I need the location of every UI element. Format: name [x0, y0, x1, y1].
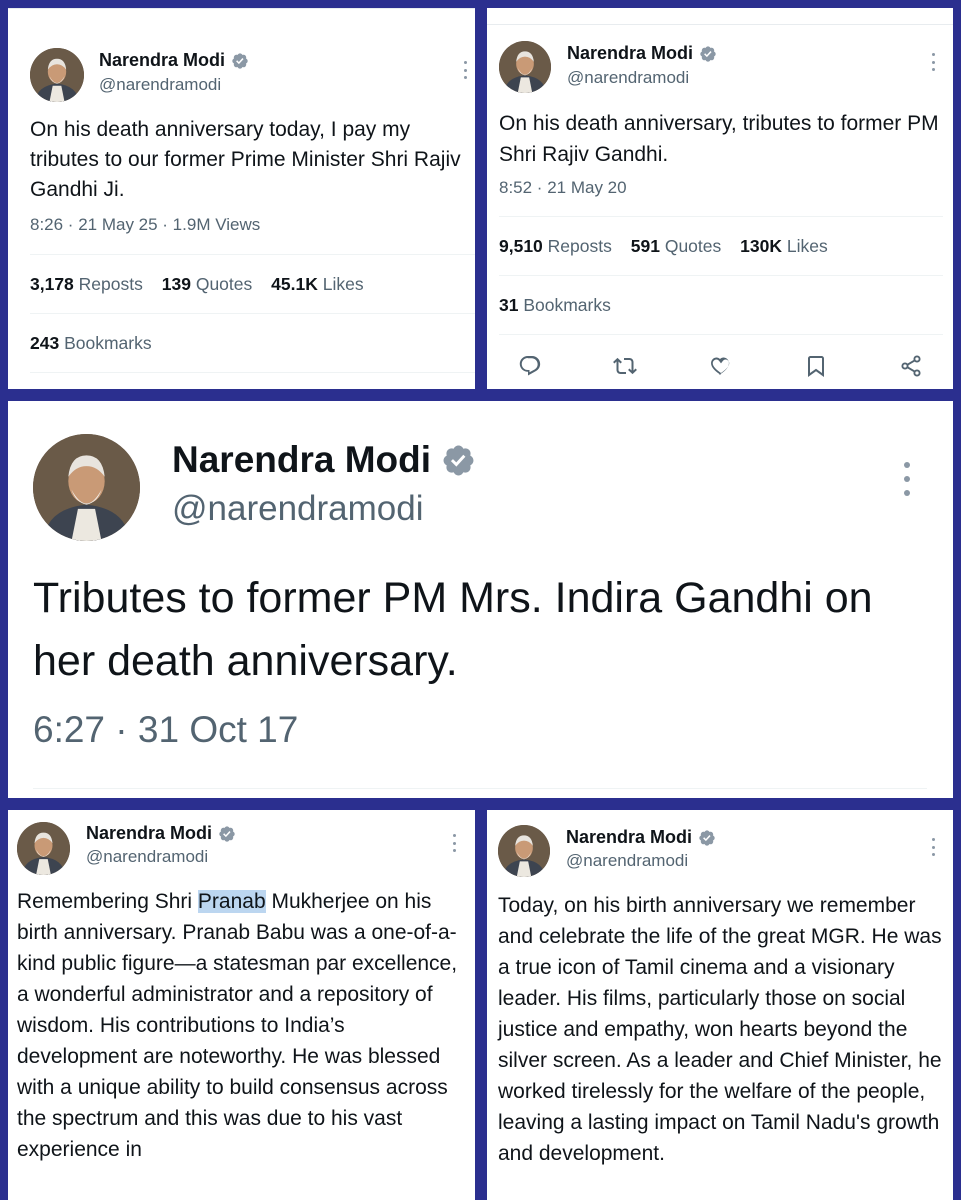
- tweet-text: Tributes to former PM Mrs. Indira Gandhi…: [33, 574, 873, 685]
- engagement-stats: 9,510 Reposts 591 Quotes 130K Likes: [499, 236, 828, 257]
- tweet-text: Remembering Shri Pranab Mukherjee on his…: [17, 886, 467, 1165]
- repost-icon[interactable]: [613, 354, 638, 378]
- likes-count: 130K: [740, 236, 782, 256]
- profile-photo-icon: [30, 48, 84, 102]
- verified-badge-icon: [231, 52, 249, 70]
- reply-icon[interactable]: [518, 354, 542, 378]
- reposts-stat[interactable]: 9,510 Reposts: [499, 236, 612, 256]
- reposts-label: Reposts: [547, 236, 612, 256]
- more-options-icon[interactable]: [930, 53, 936, 71]
- bookmarks-stat[interactable]: 243 Bookmarks: [30, 333, 152, 354]
- tweet-timestamp[interactable]: 8:52 · 21 May 20: [499, 178, 627, 198]
- author-handle[interactable]: @narendramodi: [99, 75, 221, 95]
- share-icon[interactable]: [899, 354, 923, 378]
- tweet-card-rajiv-2020: Narendra Modi @narendramodi On his death…: [487, 8, 953, 389]
- quotes-count: 591: [630, 236, 660, 256]
- bookmarks-label: Bookmarks: [523, 295, 611, 315]
- likes-label: Likes: [322, 274, 364, 294]
- tweet-text: On his death anniversary, tributes to fo…: [499, 112, 939, 166]
- profile-photo-icon: [33, 434, 140, 541]
- divider: [499, 216, 943, 217]
- verified-badge-icon: [441, 443, 476, 478]
- avatar[interactable]: [499, 41, 551, 93]
- avatar[interactable]: [33, 434, 140, 541]
- tweet-card-mgr: Narendra Modi @narendramodi Today, on hi…: [487, 810, 953, 1200]
- action-bar: [518, 354, 923, 378]
- author-name-text: Narendra Modi: [566, 827, 693, 847]
- profile-photo-icon: [498, 825, 550, 877]
- tweet-text: On his death anniversary today, I pay my…: [30, 118, 461, 201]
- author-name[interactable]: Narendra Modi: [86, 823, 236, 844]
- bookmarks-label: Bookmarks: [64, 333, 152, 353]
- divider: [33, 788, 927, 789]
- reposts-stat[interactable]: 3,178 Reposts: [30, 274, 143, 294]
- author-name[interactable]: Narendra Modi: [99, 50, 249, 71]
- highlighted-word: Pranab: [197, 890, 266, 913]
- divider: [30, 313, 475, 314]
- author-name-text: Narendra Modi: [567, 43, 694, 63]
- likes-count: 45.1K: [271, 274, 318, 294]
- author-name[interactable]: Narendra Modi: [567, 43, 717, 64]
- avatar[interactable]: [498, 825, 550, 877]
- tweet-text-part: Mukherjee on his birth anniversary. Pran…: [17, 890, 458, 1161]
- tweet-timestamp-views[interactable]: 8:26 · 21 May 25 · 1.9M Views: [30, 215, 260, 235]
- bookmarks-stat[interactable]: 31 Bookmarks: [499, 295, 611, 316]
- author-name[interactable]: Narendra Modi: [566, 827, 716, 848]
- divider: [30, 372, 475, 373]
- divider: [499, 334, 943, 335]
- avatar[interactable]: [30, 48, 84, 102]
- tweet-text: Today, on his birth anniversary we remem…: [498, 894, 942, 1165]
- verified-badge-icon: [699, 45, 717, 63]
- avatar[interactable]: [17, 822, 70, 875]
- reposts-count: 3,178: [30, 274, 74, 294]
- tweet-timestamp[interactable]: 6:27 · 31 Oct 17: [33, 709, 298, 751]
- profile-photo-icon: [17, 822, 70, 875]
- quotes-label: Quotes: [195, 274, 253, 294]
- author-name[interactable]: Narendra Modi: [172, 439, 476, 481]
- tweet-card-indira-2017: Narendra Modi @narendramodi Tributes to …: [8, 401, 953, 798]
- bookmark-icon[interactable]: [804, 354, 828, 378]
- bookmarks-count: 243: [30, 333, 60, 353]
- quotes-label: Quotes: [664, 236, 722, 256]
- more-options-icon[interactable]: [451, 834, 457, 852]
- bookmarks-count: 31: [499, 295, 519, 315]
- more-options-icon[interactable]: [462, 61, 468, 79]
- more-options-icon[interactable]: [902, 462, 912, 496]
- more-options-icon[interactable]: [930, 838, 936, 856]
- quotes-count: 139: [161, 274, 191, 294]
- author-handle[interactable]: @narendramodi: [86, 847, 208, 867]
- profile-photo-icon: [499, 41, 551, 93]
- tweet-text-part: Remembering Shri: [17, 890, 198, 913]
- divider: [8, 8, 475, 9]
- tweet-card-pranab: Narendra Modi @narendramodi Remembering …: [8, 810, 475, 1200]
- author-handle[interactable]: @narendramodi: [172, 489, 424, 529]
- engagement-stats: 3,178 Reposts 139 Quotes 45.1K Likes: [30, 274, 364, 295]
- verified-badge-icon: [218, 825, 236, 843]
- reposts-count: 9,510: [499, 236, 543, 256]
- verified-badge-icon: [698, 829, 716, 847]
- author-handle[interactable]: @narendramodi: [567, 68, 689, 88]
- author-name-text: Narendra Modi: [86, 823, 213, 843]
- likes-label: Likes: [786, 236, 828, 256]
- divider: [30, 254, 475, 255]
- likes-stat[interactable]: 130K Likes: [740, 236, 828, 256]
- like-icon[interactable]: [709, 354, 733, 378]
- quotes-stat[interactable]: 591 Quotes: [631, 236, 722, 256]
- reposts-label: Reposts: [78, 274, 143, 294]
- author-name-text: Narendra Modi: [172, 439, 432, 480]
- author-name-text: Narendra Modi: [99, 50, 226, 70]
- tweet-card-rajiv-2025: Narendra Modi @narendramodi On his death…: [8, 8, 475, 389]
- divider: [499, 275, 943, 276]
- divider: [487, 24, 953, 25]
- quotes-stat[interactable]: 139 Quotes: [162, 274, 253, 294]
- likes-stat[interactable]: 45.1K Likes: [271, 274, 363, 294]
- author-handle[interactable]: @narendramodi: [566, 851, 688, 871]
